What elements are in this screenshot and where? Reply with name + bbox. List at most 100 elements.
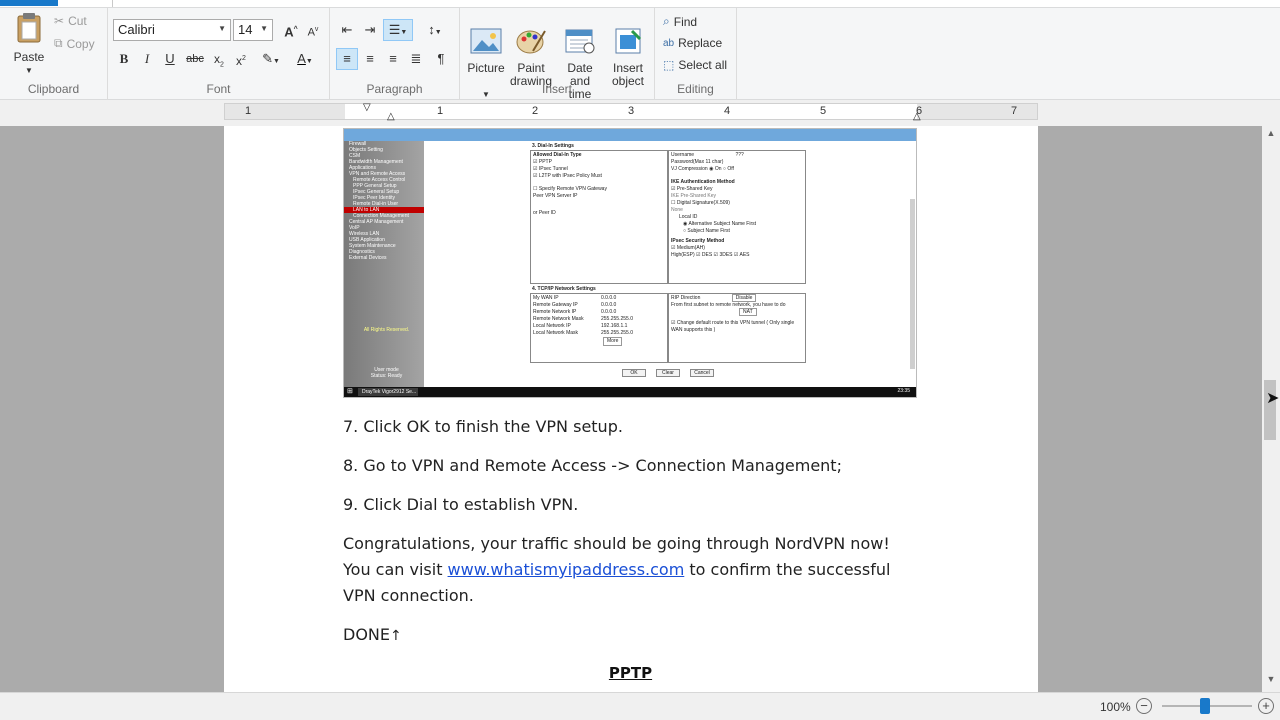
subject-name-option: ○ Subject Name First: [683, 228, 730, 234]
justify-icon: ≣: [410, 51, 422, 66]
text-color-button[interactable]: A▼: [290, 48, 320, 70]
underline-button[interactable]: U: [159, 48, 181, 70]
document-area[interactable]: Firewall Objects Setting CSM Bandwidth M…: [0, 126, 1262, 692]
chevron-down-icon: ▼: [260, 24, 268, 33]
username-label: Username: [671, 152, 695, 158]
password-label: Password(Max 11 char): [671, 159, 724, 165]
ike-heading: IKE Authentication Method: [671, 179, 735, 185]
replace-button[interactable]: ab Replace: [663, 36, 722, 50]
router-ok-button: OK: [622, 369, 646, 377]
screenshot-title-bar: [344, 129, 916, 141]
rights-text: All Rights Reserved.: [363, 327, 410, 333]
highlight-color-button[interactable]: ✎▼: [256, 48, 286, 70]
ruler[interactable]: ▽ △ △ 1 1 2 3 4 5 6 7: [224, 102, 1038, 122]
italic-button[interactable]: I: [136, 48, 158, 70]
routing-panel: RIP Direction Disable From first subnet …: [668, 293, 806, 363]
zoom-out-button[interactable]: −: [1136, 698, 1152, 714]
more-button: More: [603, 337, 623, 346]
replace-label: Replace: [678, 36, 723, 50]
paragraph-settings-button[interactable]: ¶: [430, 48, 452, 70]
ruler-number: 3: [628, 105, 635, 117]
font-size-select[interactable]: 14 ▼: [233, 19, 273, 41]
outdent-icon: ⇤: [341, 22, 353, 37]
tab-home[interactable]: [0, 0, 58, 6]
zoom-in-button[interactable]: +: [1258, 698, 1274, 714]
find-button[interactable]: ⌕ Find: [663, 14, 697, 29]
ruler-number: 4: [724, 105, 731, 117]
subscript-button[interactable]: x2: [208, 48, 230, 70]
strikethrough-button[interactable]: abc: [184, 48, 206, 70]
date-time-button[interactable]: Date and time: [556, 14, 604, 114]
tcpip-label: Remote Network IP: [533, 309, 577, 315]
copy-button[interactable]: ⧉ Copy: [54, 36, 95, 51]
whatismyip-link[interactable]: www.whatismyipaddress.com: [448, 560, 685, 579]
high-label: High(ESP): [671, 252, 695, 258]
vj-off-label: Off: [727, 166, 734, 172]
subject-name-label: Subject Name First: [687, 228, 730, 234]
line-spacing-button[interactable]: ↕▼: [420, 19, 450, 41]
bullets-button[interactable]: ☰▼: [383, 19, 413, 41]
align-left-button[interactable]: ≡: [336, 48, 358, 70]
chevron-down-icon: ▼: [218, 24, 226, 33]
zoom-slider-thumb[interactable]: [1200, 698, 1210, 714]
scissors-icon: ✂: [54, 14, 65, 28]
ruler-left-margin: [225, 104, 345, 119]
screenshot-taskbar: ⊞ DrayTek Vigor2912 Se... 23:35: [344, 387, 916, 397]
paste-button[interactable]: Paste ▼: [8, 12, 50, 77]
copy-icon: ⧉: [54, 36, 63, 50]
digsig-option: ☐ Digital Signature(X.509): [671, 200, 730, 206]
select-all-button[interactable]: ⬚ Select all: [663, 58, 727, 72]
editing-group: ⌕ Find ab Replace ⬚ Select all Editing: [655, 8, 737, 100]
tcpip-label: My WAN IP: [533, 295, 559, 301]
object-icon: [615, 28, 642, 54]
font-size-value: 14: [238, 22, 253, 37]
vertical-scrollbar[interactable]: ▲ ▼: [1262, 126, 1280, 692]
font-family-select[interactable]: Calibri ▼: [113, 19, 231, 41]
embedded-screenshot[interactable]: Firewall Objects Setting CSM Bandwidth M…: [343, 128, 917, 398]
tcpip-value: 255.255.255.0: [601, 330, 633, 336]
mouse-pointer-icon: ➤: [1266, 390, 1280, 407]
local-id-label: Local ID: [679, 214, 698, 220]
justify-button[interactable]: ≣: [405, 48, 427, 70]
alt-subject-option: ◉ Alternative Subject Name First: [683, 221, 757, 227]
cut-button[interactable]: ✂ Cut: [54, 14, 87, 28]
tcpip-value: 192.168.1.1: [601, 323, 628, 329]
step-7-text: 7. Click OK to finish the VPN setup.: [343, 417, 623, 436]
scroll-down-icon[interactable]: ▼: [1262, 674, 1280, 690]
align-right-button[interactable]: ≡: [382, 48, 404, 70]
scroll-up-icon[interactable]: ▲: [1262, 128, 1280, 144]
superscript-button[interactable]: x2: [230, 48, 252, 70]
vj-label: VJ Compression: [671, 166, 708, 172]
highlighter-icon: ✎: [262, 51, 273, 66]
picture-button[interactable]: Picture ▼: [464, 14, 508, 114]
vj-row: VJ Compression ◉ On ○ Off: [671, 166, 734, 172]
paste-label: Paste: [13, 50, 45, 64]
nav-item: External Devices: [349, 255, 387, 261]
document-page[interactable]: Firewall Objects Setting CSM Bandwidth M…: [224, 126, 1038, 692]
hanging-indent-marker[interactable]: △: [387, 111, 395, 122]
clipboard-group-label: Clipboard: [27, 82, 80, 96]
done-text: DONE↑: [343, 622, 918, 649]
shrink-font-button[interactable]: Av: [302, 19, 324, 41]
ruler-number: 5: [820, 105, 827, 117]
ipsec-option: ☑ IPsec Tunnel: [533, 166, 568, 172]
editing-group-label: Editing: [677, 82, 714, 96]
tcpip-row: Remote Network IP 0.0.0.0: [533, 309, 665, 316]
first-line-indent-marker[interactable]: ▽: [363, 102, 371, 113]
step-9-text: 9. Click Dial to establish VPN.: [343, 495, 579, 514]
peer-vpn-label: Peer VPN Server IP: [533, 193, 578, 199]
windows-icon: ⊞: [347, 388, 353, 395]
paste-dropdown-icon[interactable]: ▼: [8, 64, 50, 77]
done-label: DONE: [343, 625, 390, 644]
bold-button[interactable]: B: [113, 48, 135, 70]
peer-id-label: or Peer ID: [533, 210, 556, 216]
decrease-indent-button[interactable]: ⇤: [336, 19, 358, 41]
align-center-button[interactable]: ≡: [359, 48, 381, 70]
grow-font-button[interactable]: A^: [280, 19, 302, 41]
medium-label: Medium(AH): [676, 245, 705, 251]
increase-indent-button[interactable]: ⇥: [359, 19, 381, 41]
tcpip-row: Local Network IP 192.168.1.1: [533, 323, 665, 330]
tcpip-value: 255.255.255.0: [601, 316, 633, 322]
replace-icon: ab: [663, 37, 675, 49]
ike-psk-label: IKE Pre-Shared Key: [671, 193, 717, 199]
